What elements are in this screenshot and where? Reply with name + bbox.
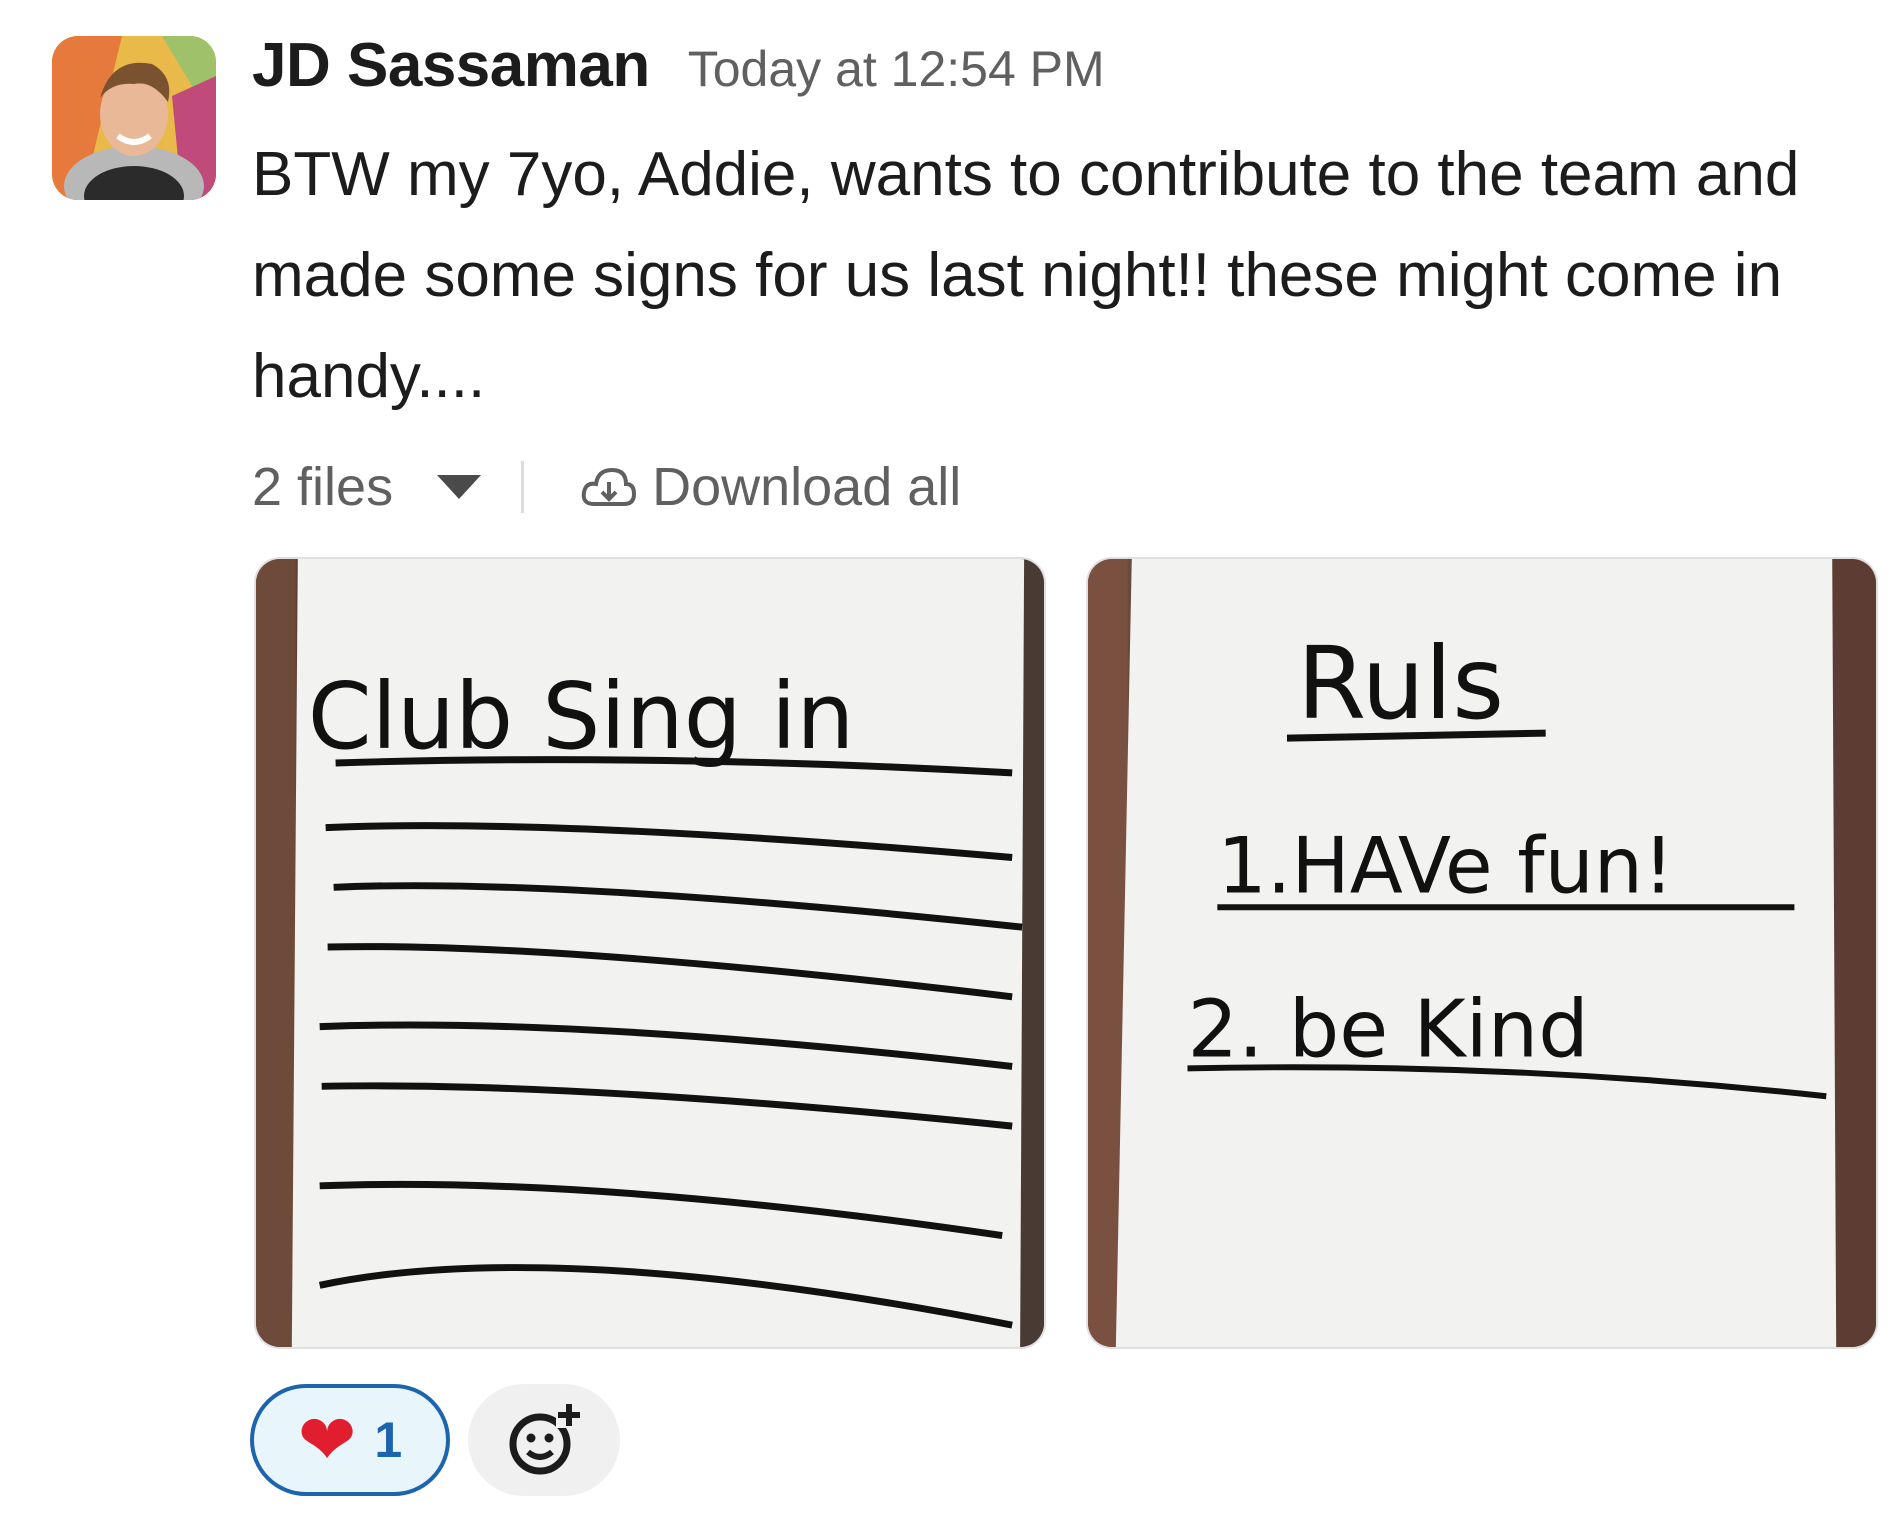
heart-icon: ❤ [297, 1401, 357, 1479]
reactions-bar: ❤ 1 [250, 1384, 620, 1496]
reaction-heart[interactable]: ❤ 1 [250, 1384, 450, 1496]
add-reaction-button[interactable] [468, 1384, 620, 1496]
rules-sheet-photo: Ruls 1.HAVe fun! 2. be Kind [1088, 559, 1876, 1347]
divider [521, 461, 525, 513]
files-bar: 2 files Download all [252, 447, 1876, 527]
handwritten-title-2: Ruls [1297, 627, 1504, 742]
handwritten-rule-1: 1.HAVe fun! [1217, 821, 1674, 911]
sign-in-sheet-photo: Club Sing in [256, 559, 1044, 1347]
message-text: BTW my 7yo, Addie, wants to contribute t… [252, 140, 1800, 411]
download-all-label: Download all [652, 457, 962, 517]
avatar[interactable] [52, 36, 216, 200]
message: JD Sassaman Today at 12:54 PM BTW my 7yo… [252, 30, 1876, 527]
caret-down-icon[interactable] [437, 475, 482, 499]
avatar-photo [52, 36, 216, 200]
handwritten-title-1: Club Sing in [308, 663, 855, 770]
timestamp[interactable]: Today at 12:54 PM [688, 40, 1105, 98]
cloud-download-icon [581, 467, 637, 506]
image-attachment-2[interactable]: Ruls 1.HAVe fun! 2. be Kind [1086, 557, 1878, 1349]
image-attachment-1[interactable]: Club Sing in [254, 557, 1046, 1349]
author-name[interactable]: JD Sassaman [252, 30, 650, 101]
handwritten-rule-2: 2. be Kind [1187, 982, 1588, 1075]
add-emoji-icon [509, 1402, 582, 1475]
reaction-count: 1 [374, 1412, 403, 1468]
download-all-button[interactable]: Download all [580, 456, 961, 518]
message-header: JD Sassaman Today at 12:54 PM [252, 30, 1876, 120]
files-count-toggle[interactable]: 2 files [252, 456, 393, 518]
